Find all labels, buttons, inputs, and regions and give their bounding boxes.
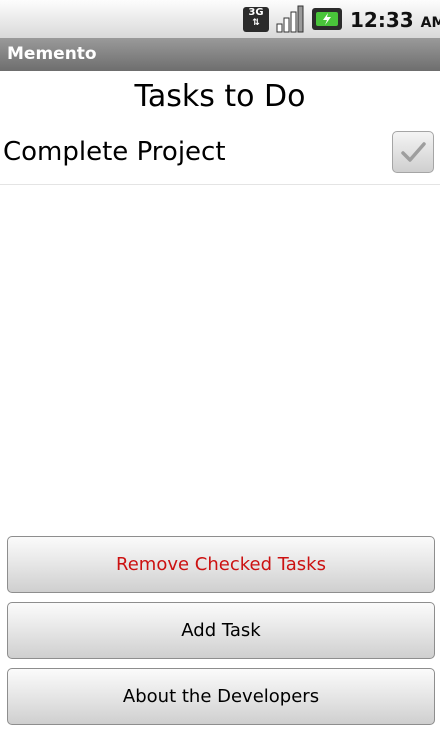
list-item[interactable]: Complete Project <box>0 126 440 185</box>
task-list: Complete Project <box>0 126 440 185</box>
network-type-label: 3G <box>248 7 264 18</box>
status-bar: 3G ⇅ 12:33 AM <box>0 0 440 39</box>
phone-screen: 3G ⇅ 12:33 AM Memento Tasks to Do Comple… <box>0 0 440 736</box>
clock-ampm: AM <box>420 15 440 31</box>
app-title-bar: Memento <box>0 38 440 71</box>
data-activity-arrows: ⇅ <box>252 18 260 28</box>
checkmark-icon <box>401 142 426 162</box>
network-3g-icon: 3G ⇅ <box>243 7 269 32</box>
task-checkbox[interactable] <box>392 131 434 173</box>
app-title: Memento <box>7 44 97 64</box>
task-label: Complete Project <box>3 137 226 167</box>
battery-charging-icon <box>312 8 342 30</box>
signal-bars-icon <box>276 5 304 33</box>
remove-checked-tasks-button[interactable]: Remove Checked Tasks <box>7 536 435 593</box>
page-title: Tasks to Do <box>134 79 306 114</box>
clock: 12:33 AM <box>350 7 440 36</box>
add-task-button[interactable]: Add Task <box>7 602 435 659</box>
about-developers-button[interactable]: About the Developers <box>7 668 435 725</box>
clock-time: 12:33 <box>350 8 414 32</box>
